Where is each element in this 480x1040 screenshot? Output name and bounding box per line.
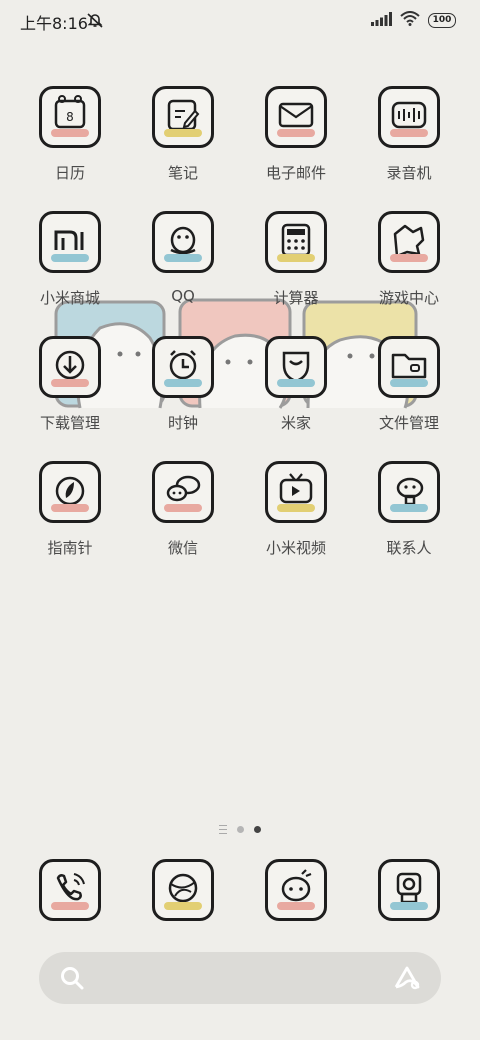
camera-icon: [378, 859, 440, 921]
color-stripe: [164, 504, 202, 512]
mi-store-icon: [39, 211, 101, 273]
color-stripe: [51, 379, 89, 387]
app-label: QQ: [171, 287, 195, 305]
app-label: 时钟: [167, 414, 198, 432]
app-label: 下载管理: [39, 414, 100, 432]
color-stripe: [164, 902, 202, 910]
calculator-icon: [265, 211, 327, 273]
game-center-icon: [378, 211, 440, 273]
compass-icon: [39, 461, 101, 523]
notes-icon: [152, 86, 214, 148]
app-label: 游戏中心: [378, 289, 439, 307]
app-notes[interactable]: 笔记: [129, 86, 237, 183]
app-label: 计算器: [273, 289, 319, 307]
calendar-icon: 8: [39, 86, 101, 148]
page-list-icon[interactable]: [219, 825, 227, 834]
folder-icon: [378, 336, 440, 398]
color-stripe: [164, 379, 202, 387]
qq-icon: [152, 211, 214, 273]
app-contacts[interactable]: 联系人: [355, 461, 463, 558]
color-stripe: [277, 129, 315, 137]
video-icon: [265, 461, 327, 523]
page-indicator[interactable]: [0, 825, 480, 834]
status-time: 上午8:16: [20, 14, 88, 33]
color-stripe: [164, 254, 202, 262]
app-label: 小米商城: [39, 289, 100, 307]
color-stripe: [390, 379, 428, 387]
app-label: 录音机: [386, 164, 432, 182]
color-stripe: [51, 129, 89, 137]
search-icon[interactable]: [59, 965, 85, 995]
color-stripe: [390, 902, 428, 910]
color-stripe: [390, 504, 428, 512]
color-stripe: [51, 254, 89, 262]
app-recorder[interactable]: 录音机: [355, 86, 463, 183]
battery-icon: 100: [428, 13, 456, 28]
page-dot[interactable]: [237, 826, 244, 833]
color-stripe: [390, 129, 428, 137]
dock-phone[interactable]: [16, 859, 124, 921]
app-game-center[interactable]: 游戏中心: [355, 211, 463, 308]
app-label: 小米视频: [265, 539, 326, 557]
contacts-icon: [378, 461, 440, 523]
assistant-icon[interactable]: [393, 965, 423, 995]
app-wechat[interactable]: 微信: [129, 461, 237, 558]
dock-camera[interactable]: [355, 859, 463, 921]
clock-icon: [152, 336, 214, 398]
page-dot-active[interactable]: [254, 826, 261, 833]
app-compass[interactable]: 指南针: [16, 461, 124, 558]
app-mi-store[interactable]: 小米商城: [16, 211, 124, 308]
app-clock[interactable]: 时钟: [129, 336, 237, 433]
app-label: 电子邮件: [265, 164, 326, 182]
app-folder[interactable]: 文件管理: [355, 336, 463, 433]
app-label: 文件管理: [378, 414, 439, 432]
signal-icon: [370, 11, 392, 30]
app-label: 米家: [280, 414, 311, 432]
mijia-icon: [265, 336, 327, 398]
app-label: 联系人: [386, 539, 432, 557]
app-label: 微信: [167, 539, 198, 557]
dock-browser[interactable]: [129, 859, 237, 921]
app-calendar[interactable]: 8 日历: [16, 86, 124, 183]
app-mijia[interactable]: 米家: [242, 336, 350, 433]
app-calculator[interactable]: 计算器: [242, 211, 350, 308]
messages-icon: [265, 859, 327, 921]
app-qq[interactable]: QQ: [129, 211, 237, 305]
color-stripe: [277, 504, 315, 512]
phone-icon: [39, 859, 101, 921]
color-stripe: [51, 902, 89, 910]
color-stripe: [164, 129, 202, 137]
recorder-icon: [378, 86, 440, 148]
color-stripe: [277, 379, 315, 387]
app-mail[interactable]: 电子邮件: [242, 86, 350, 183]
mute-bell-icon: [86, 11, 104, 33]
color-stripe: [277, 254, 315, 262]
app-label: 笔记: [167, 164, 198, 182]
color-stripe: [277, 902, 315, 910]
app-label: 日历: [54, 164, 85, 182]
wifi-icon: [400, 11, 420, 30]
download-icon: [39, 336, 101, 398]
color-stripe: [51, 504, 89, 512]
wechat-icon: [152, 461, 214, 523]
mail-icon: [265, 86, 327, 148]
svg-text:8: 8: [66, 110, 74, 124]
app-label: 指南针: [47, 539, 93, 557]
search-bar[interactable]: [39, 952, 441, 1004]
dock-messages[interactable]: [242, 859, 350, 921]
browser-icon: [152, 859, 214, 921]
color-stripe: [390, 254, 428, 262]
status-bar: 上午8:16 100: [0, 0, 480, 42]
app-download[interactable]: 下载管理: [16, 336, 124, 433]
app-video[interactable]: 小米视频: [242, 461, 350, 558]
